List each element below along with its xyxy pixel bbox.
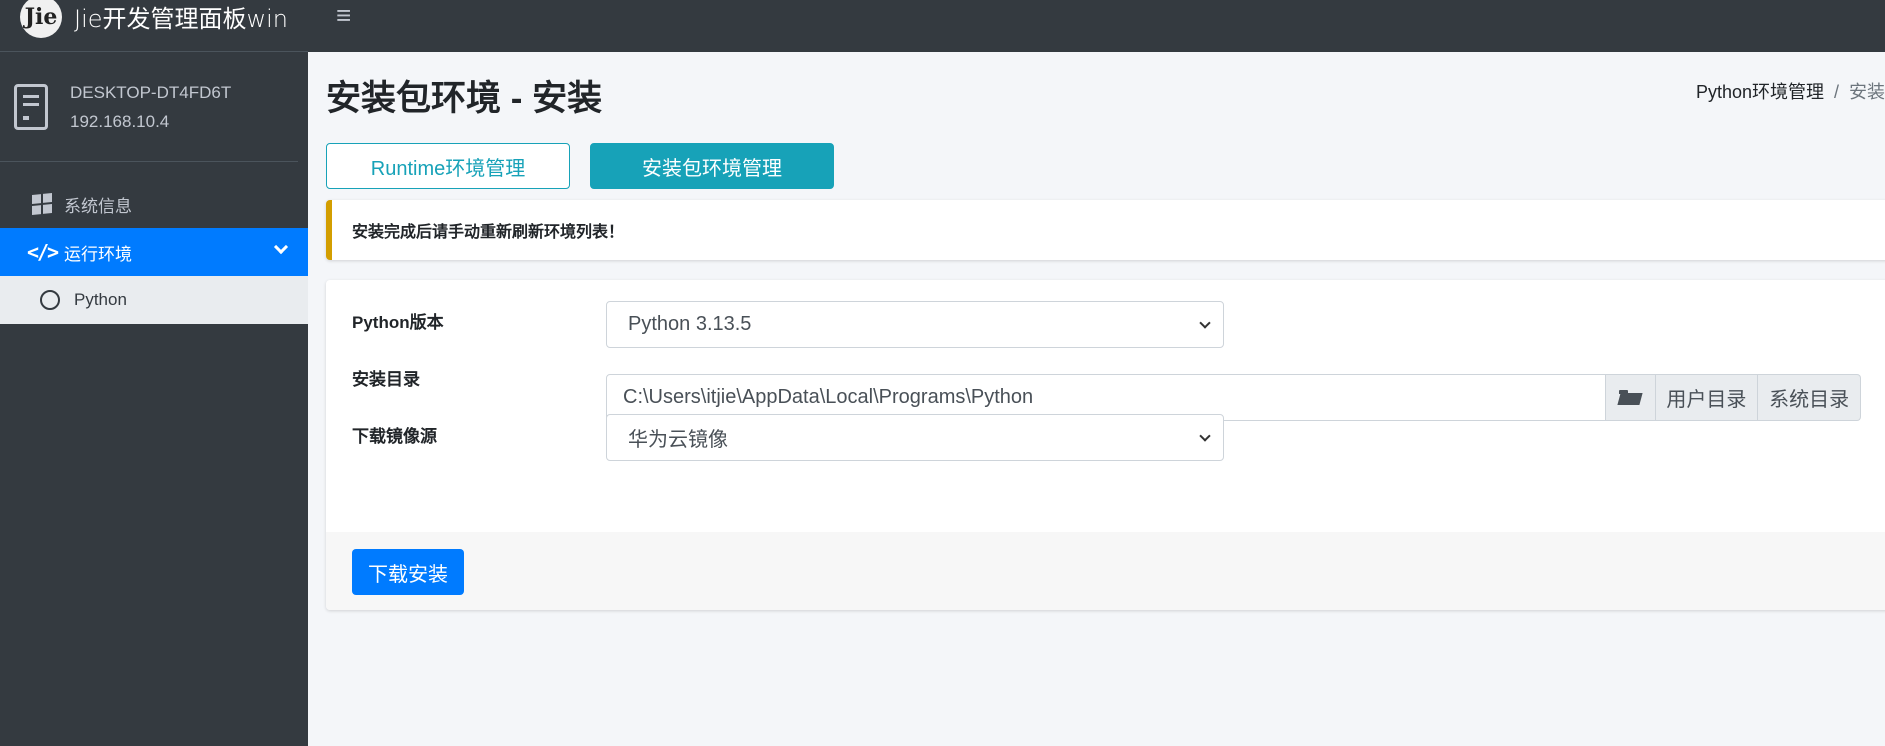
- system-dir-button[interactable]: 系统目录: [1758, 374, 1861, 421]
- mirror-label: 下载镜像源: [352, 427, 437, 446]
- ip-address: 192.168.10.4: [70, 111, 170, 131]
- breadcrumb-current: 安装: [1849, 82, 1885, 102]
- python-version-value: Python 3.13.5: [628, 313, 752, 335]
- callout-text: 安装完成后请手动重新刷新环境列表！: [352, 224, 625, 241]
- brand-title: Jie开发管理面板win: [74, 5, 289, 33]
- install-dir-value: C:\Users\itjie\AppData\Local\Programs\Py…: [623, 386, 1034, 408]
- code-icon: </>: [26, 240, 59, 264]
- brand-link[interactable]: Jie Jie开发管理面板win: [0, 0, 308, 52]
- hamburger-icon[interactable]: ≡: [336, 2, 351, 28]
- windows-icon: [30, 192, 54, 216]
- page-title: 安装包环境 - 安装: [326, 79, 603, 118]
- folder-open-icon: [1619, 390, 1641, 405]
- mirror-value: 华为云镜像: [628, 429, 728, 451]
- main-content: 安装包环境 - 安装 Python环境管理 / 安装 Runtime环境管理 安装包…: [308, 52, 1885, 746]
- card-footer: 下载安装: [326, 532, 1885, 610]
- chevron-down-icon: [1199, 430, 1211, 442]
- warning-callout: 安装完成后请手动重新刷新环境列表！: [326, 200, 1885, 260]
- sidebar-nav: 系统信息 </> 运行环境 Python: [0, 180, 308, 324]
- breadcrumb: Python环境管理 / 安装: [1696, 78, 1885, 104]
- mirror-select[interactable]: 华为云镜像: [606, 414, 1224, 461]
- breadcrumb-separator: /: [1833, 82, 1839, 102]
- install-dir-label: 安装目录: [352, 370, 420, 389]
- download-install-button[interactable]: 下载安装: [352, 549, 464, 595]
- user-dir-button[interactable]: 用户目录: [1655, 374, 1759, 421]
- hostname: DESKTOP-DT4FD6T: [70, 82, 232, 102]
- runtime-env-button[interactable]: Runtime环境管理: [326, 143, 570, 189]
- chevron-down-icon: [1199, 317, 1211, 329]
- sidebar-item-runtime[interactable]: </> 运行环境: [0, 228, 308, 276]
- sidebar-item-label: 系统信息: [64, 196, 132, 216]
- sidebar-item-system-info[interactable]: 系统信息: [0, 180, 308, 228]
- sidebar-item-python[interactable]: Python: [0, 276, 308, 324]
- python-version-select[interactable]: Python 3.13.5: [606, 301, 1224, 348]
- sidebar: Jie Jie开发管理面板win DESKTOP-DT4FD6T 192.168…: [0, 0, 308, 746]
- brand-logo: Jie: [20, 0, 62, 38]
- browse-folder-button[interactable]: [1606, 374, 1656, 421]
- chevron-down-icon: [273, 239, 289, 255]
- circle-icon: [40, 290, 60, 310]
- package-env-button[interactable]: 安装包环境管理: [590, 143, 834, 189]
- top-navbar: ≡: [308, 0, 1885, 52]
- sidebar-item-label: Python: [74, 290, 127, 309]
- sidebar-item-label: 运行环境: [64, 244, 132, 264]
- user-panel: DESKTOP-DT4FD6T 192.168.10.4: [0, 52, 298, 162]
- python-version-label: Python版本: [352, 313, 444, 332]
- server-icon: [14, 83, 48, 130]
- install-form-card: Python版本 Python 3.13.5 安装目录 C:\Users\itj…: [326, 280, 1885, 610]
- breadcrumb-link[interactable]: Python环境管理: [1696, 82, 1824, 102]
